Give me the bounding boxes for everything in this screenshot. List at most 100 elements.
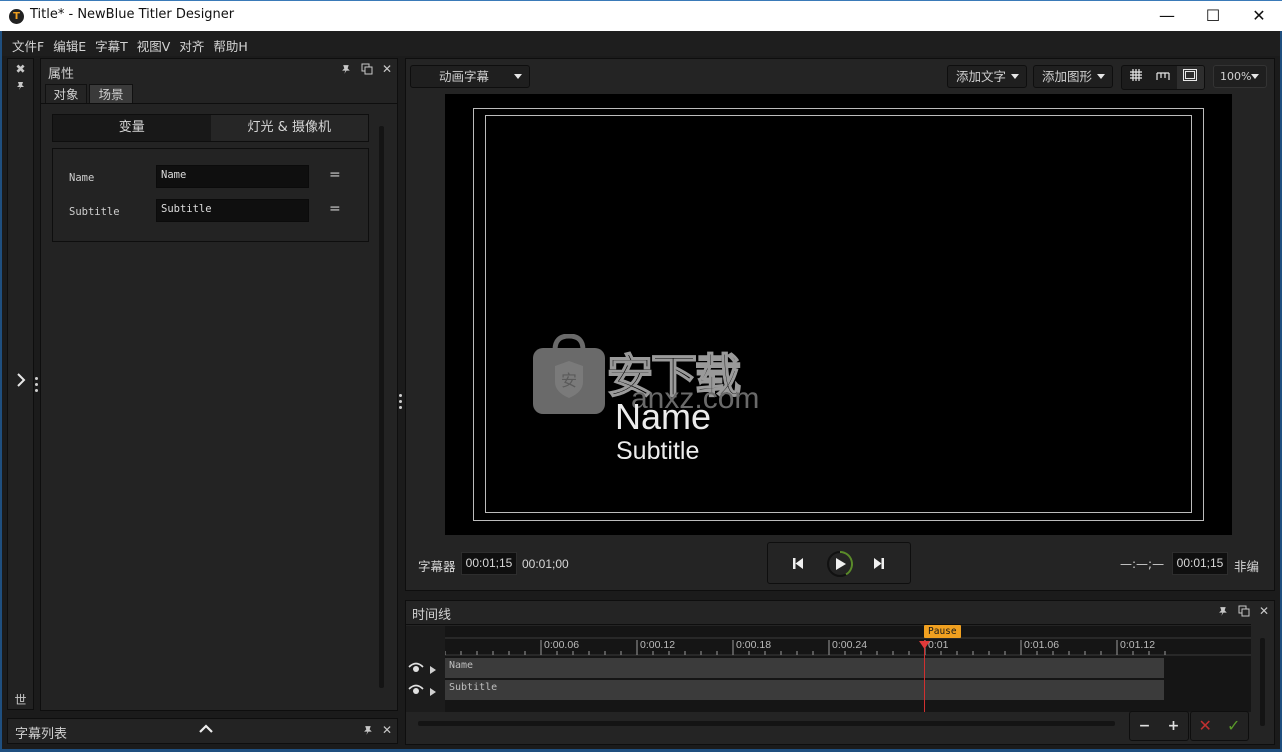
close-icon[interactable]: ✖: [8, 62, 33, 76]
in-point-timecode: —:—;—: [1120, 557, 1165, 571]
zoom-in-button[interactable]: +: [1159, 712, 1188, 740]
close-panel-icon[interactable]: ✕: [1259, 604, 1269, 618]
cancel-button[interactable]: ✕: [1191, 712, 1220, 740]
timeline-vertical-scrollbar[interactable]: [1260, 638, 1265, 726]
skip-forward-icon: [874, 558, 884, 569]
zoom-out-button[interactable]: −: [1130, 712, 1159, 740]
timeline-zoom-buttons: − +: [1129, 711, 1189, 741]
mode-select-value: 动画字幕: [439, 69, 490, 84]
float-window-icon[interactable]: [361, 63, 373, 78]
splitter-handle-left[interactable]: [35, 377, 39, 395]
svg-text:安: 安: [561, 371, 577, 390]
zoom-value: 100%: [1220, 70, 1252, 83]
track-bar-subtitle[interactable]: Subtitle: [445, 680, 1164, 700]
track-label-name: Name: [449, 660, 474, 671]
safe-area-toggle[interactable]: [1176, 66, 1204, 89]
mode-select-dropdown[interactable]: 动画字幕: [410, 65, 530, 88]
close-window-button[interactable]: ✕: [1236, 1, 1282, 31]
visibility-eye-icon[interactable]: [408, 661, 424, 676]
preview-subtitle-text[interactable]: Subtitle: [616, 437, 699, 466]
equals-icon[interactable]: =: [329, 201, 341, 217]
minimize-button[interactable]: —: [1144, 1, 1190, 31]
timeline-horizontal-scrollbar[interactable]: [418, 721, 1115, 726]
subtitle-list-panel: 字幕列表 ✕: [7, 718, 398, 744]
playhead-marker-icon[interactable]: [919, 638, 930, 652]
window-title: Title* - NewBlue Titler Designer: [30, 7, 235, 22]
segment-variables[interactable]: 变量: [53, 115, 211, 141]
tab-object[interactable]: 对象: [45, 84, 87, 104]
view-toggle-group: [1121, 65, 1205, 90]
pin-icon[interactable]: [1218, 606, 1229, 620]
play-icon: [827, 551, 853, 577]
expand-track-icon[interactable]: [430, 663, 436, 677]
nle-label: 非编: [1234, 559, 1260, 574]
timeline-title: 时间线: [412, 608, 452, 623]
close-panel-icon[interactable]: ✕: [382, 723, 392, 737]
menu-edit[interactable]: 编辑E: [53, 31, 95, 56]
add-text-dropdown[interactable]: 添加文字: [947, 65, 1027, 88]
ruler-tick-label: 0:01: [928, 639, 949, 651]
collapsed-panel-strip: ✖ 世: [7, 58, 34, 710]
confirm-buttons: ✕ ✓: [1190, 711, 1249, 741]
properties-panel: 属性 ✕ 对象 场景 变量 灯光 & 摄像机 Name Name = Subti…: [40, 58, 398, 711]
duration-timecode-field[interactable]: 00:01;15: [1172, 552, 1228, 575]
expand-panel-icon[interactable]: [8, 369, 33, 393]
variable-input-subtitle[interactable]: Subtitle: [156, 199, 309, 222]
segment-lights-camera[interactable]: 灯光 & 摄像机: [211, 115, 369, 141]
title-bar: T Title* - NewBlue Titler Designer — ☐ ✕: [0, 0, 1282, 31]
preview-name-text[interactable]: Name: [615, 396, 711, 438]
chevron-up-icon[interactable]: [198, 722, 214, 739]
pin-icon[interactable]: [8, 81, 33, 94]
menu-bar: 文件F 编辑E 字幕T 视图V 对齐 帮助H: [0, 31, 1282, 56]
ruler-tick-label: 0:00.12: [640, 639, 675, 651]
grid-toggle[interactable]: [1122, 66, 1149, 89]
playhead-state-label: Pause: [924, 625, 961, 638]
menu-file[interactable]: 文件F: [12, 31, 53, 56]
tab-divider: [41, 103, 397, 104]
properties-scrollbar[interactable]: [379, 126, 384, 688]
variables-box: Name Name = Subtitle Subtitle =: [52, 148, 369, 242]
properties-title: 属性: [48, 67, 75, 82]
skip-back-button[interactable]: [792, 557, 804, 573]
scene-segment-control: 变量 灯光 & 摄像机: [52, 114, 369, 142]
equals-icon[interactable]: =: [329, 167, 341, 183]
current-timecode-field[interactable]: 00:01;15: [461, 552, 517, 575]
float-window-icon[interactable]: [1238, 605, 1250, 620]
zoom-dropdown[interactable]: 100%: [1213, 65, 1267, 88]
track-label-subtitle: Subtitle: [449, 682, 498, 693]
ruler-tick-label: 0:00.24: [832, 639, 867, 651]
menu-title[interactable]: 字幕T: [95, 31, 137, 56]
variable-label-name: Name: [69, 172, 95, 184]
chevron-down-icon: [514, 74, 522, 79]
confirm-button[interactable]: ✓: [1220, 712, 1249, 740]
ruler-tick-label: 0:00.06: [544, 639, 579, 651]
pin-icon[interactable]: [363, 725, 374, 739]
timeline-ruler[interactable]: 0:00.06 0:00.12 0:00.18 0:00.24 0:01 0:01.06 0…: [445, 626, 1251, 656]
app-logo-icon: T: [9, 9, 24, 24]
visibility-eye-icon[interactable]: [408, 683, 424, 698]
menu-view[interactable]: 视图V: [137, 31, 180, 56]
variable-input-name[interactable]: Name: [156, 165, 309, 188]
ruler-tick-label: 0:00.18: [736, 639, 771, 651]
variable-label-subtitle: Subtitle: [69, 206, 120, 218]
pin-icon[interactable]: [341, 64, 352, 78]
subtitle-list-title: 字幕列表: [15, 727, 68, 742]
timeline-header-divider: [406, 624, 1251, 625]
play-button[interactable]: [826, 550, 854, 581]
menu-align[interactable]: 对齐: [179, 31, 213, 56]
add-shape-dropdown[interactable]: 添加图形: [1033, 65, 1113, 88]
titler-label: 字幕器: [418, 559, 456, 574]
maximize-button[interactable]: ☐: [1190, 1, 1236, 31]
skip-back-icon: [793, 558, 803, 569]
preview-canvas[interactable]: 安 安下载 anxz.com Name Subtitle: [445, 94, 1232, 535]
ruler-tick-label: 0:01.12: [1120, 639, 1155, 651]
splitter-handle-middle[interactable]: [399, 394, 403, 412]
close-panel-icon[interactable]: ✕: [382, 62, 392, 76]
track-bar-name[interactable]: Name: [445, 658, 1164, 678]
expand-track-icon[interactable]: [430, 685, 436, 699]
skip-forward-button[interactable]: [873, 557, 885, 573]
tab-scene[interactable]: 场景: [89, 84, 133, 104]
strip-bottom-label: 世: [14, 693, 27, 707]
menu-help[interactable]: 帮助H: [213, 31, 256, 56]
ruler-toggle[interactable]: [1149, 66, 1176, 89]
